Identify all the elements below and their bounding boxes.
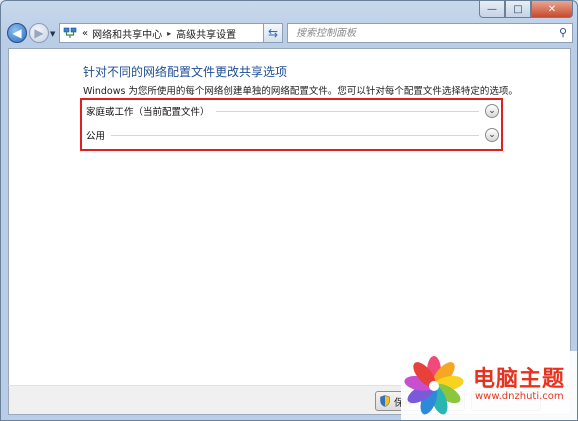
- content-pane: 针对不同的网络配置文件更改共享选项 Windows 为您所使用的每个网络创建单独…: [8, 48, 571, 386]
- expand-chevron-icon[interactable]: ⌄: [485, 128, 499, 142]
- minimize-button[interactable]: —: [479, 1, 505, 18]
- profile-row-public[interactable]: 公用 ⌄: [86, 126, 499, 144]
- search-icon[interactable]: ⚲: [559, 26, 567, 39]
- profile-divider: [111, 134, 479, 136]
- close-button[interactable]: ✕: [531, 1, 573, 18]
- refresh-button[interactable]: ⇆: [263, 23, 283, 43]
- page-description: Windows 为您所使用的每个网络创建单独的网络配置文件。您可以针对每个配置文…: [83, 86, 518, 97]
- profiles-highlight-box: 家庭或工作（当前配置文件） ⌄ 公用 ⌄: [80, 98, 503, 151]
- profile-divider: [215, 110, 479, 112]
- search-box[interactable]: ⚲: [287, 23, 573, 43]
- watermark-title: 电脑主题: [473, 367, 566, 392]
- network-icon: [63, 27, 77, 39]
- control-panel-window: — □ ✕ ◀ ▶ ▼ « 网络和共享中心 ▸ 高级共享设置 ▼ ⇆: [0, 0, 578, 421]
- caption-buttons: — □ ✕: [479, 1, 573, 18]
- navigation-bar: ◀ ▶ ▼ « 网络和共享中心 ▸ 高级共享设置 ▼ ⇆ ⚲: [1, 21, 577, 45]
- expand-chevron-icon[interactable]: ⌄: [485, 104, 499, 118]
- refresh-icon: ⇆: [267, 26, 279, 40]
- address-bar[interactable]: « 网络和共享中心 ▸ 高级共享设置 ▼: [59, 23, 281, 43]
- watermark-logo: 电脑主题 www.dnzhuti.com: [401, 351, 577, 420]
- profile-label-home-work: 家庭或工作（当前配置文件）: [86, 107, 210, 118]
- breadcrumb-network-center[interactable]: 网络和共享中心: [92, 26, 162, 41]
- forward-button[interactable]: ▶: [29, 23, 49, 43]
- breadcrumb-separator-icon[interactable]: ▸: [167, 29, 171, 38]
- page-title: 针对不同的网络配置文件更改共享选项: [83, 65, 288, 79]
- profile-label-public: 公用: [86, 131, 106, 142]
- maximize-button[interactable]: □: [505, 1, 531, 18]
- history-dropdown-icon[interactable]: ▼: [50, 30, 55, 38]
- search-input[interactable]: [294, 26, 538, 40]
- breadcrumb-advanced-sharing[interactable]: 高级共享设置: [176, 26, 236, 41]
- uac-shield-icon: [380, 395, 390, 407]
- watermark-url: www.dnzhuti.com: [475, 391, 564, 402]
- breadcrumb-overflow[interactable]: «: [82, 28, 88, 39]
- profile-row-home-work[interactable]: 家庭或工作（当前配置文件） ⌄: [86, 102, 499, 120]
- flower-logo-icon: [404, 356, 464, 415]
- title-bar: — □ ✕: [1, 1, 577, 19]
- back-button[interactable]: ◀: [7, 23, 27, 43]
